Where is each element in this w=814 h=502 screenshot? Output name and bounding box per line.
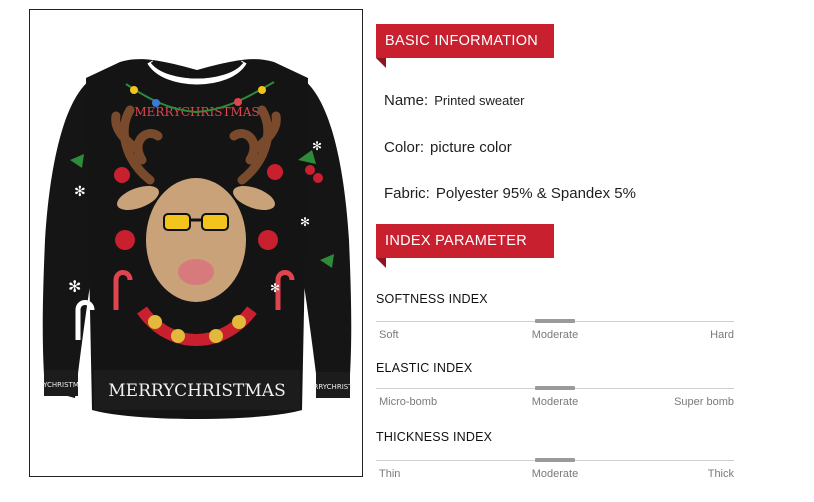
color-row: Color: picture color bbox=[384, 139, 512, 156]
scale-marker bbox=[535, 386, 575, 390]
scale-high-label: Super bomb bbox=[674, 396, 734, 408]
scale-mid-label: Moderate bbox=[531, 329, 579, 341]
svg-text:✻: ✻ bbox=[74, 184, 86, 200]
elastic-index-title: ELASTIC INDEX bbox=[376, 361, 473, 375]
name-value: Printed sweater bbox=[434, 93, 525, 108]
scale-mid-label: Moderate bbox=[531, 396, 579, 408]
softness-index-title: SOFTNESS INDEX bbox=[376, 292, 488, 306]
right-cuff-text: RRYCHRIST bbox=[314, 383, 354, 391]
fabric-row: Fabric: Polyester 95% & Spandex 5% bbox=[384, 185, 636, 202]
scale-low-label: Thin bbox=[379, 468, 401, 480]
name-row: Name: Printed sweater bbox=[384, 92, 525, 109]
fabric-label: Fabric: bbox=[384, 185, 430, 202]
scale-low-label: Soft bbox=[379, 329, 399, 341]
index-parameter-header: INDEX PARAMETER bbox=[376, 224, 554, 268]
scale-low-label: Micro-bomb bbox=[379, 396, 438, 408]
scale-mid-label: Moderate bbox=[531, 468, 579, 480]
product-photo: MERRYCHRISTMAS YCHRISTM RRYCHRIST MERRYC… bbox=[29, 9, 363, 477]
thickness-scale: Thin Moderate Thick bbox=[376, 458, 734, 488]
thickness-index-title: THICKNESS INDEX bbox=[376, 430, 493, 444]
scale-marker bbox=[535, 458, 575, 462]
color-label: Color: bbox=[384, 139, 425, 156]
scale-high-label: Thick bbox=[707, 468, 734, 480]
color-value: picture color bbox=[430, 139, 512, 156]
elastic-scale: Micro-bomb Moderate Super bomb bbox=[376, 386, 734, 416]
basic-information-header: BASIC INFORMATION bbox=[376, 24, 554, 68]
svg-text:✻: ✻ bbox=[312, 139, 322, 153]
softness-scale: Soft Moderate Hard bbox=[376, 319, 734, 349]
svg-text:✻: ✻ bbox=[270, 281, 280, 295]
fabric-value: Polyester 95% & Spandex 5% bbox=[435, 185, 636, 202]
scale-marker bbox=[535, 319, 575, 323]
svg-text:✻: ✻ bbox=[68, 277, 81, 296]
svg-text:✻: ✻ bbox=[300, 215, 310, 229]
left-cuff-text: YCHRISTM bbox=[42, 381, 79, 389]
hem-text: MERRYCHRISTMAS bbox=[108, 381, 285, 401]
name-label: Name: bbox=[384, 92, 429, 109]
scale-high-label: Hard bbox=[710, 329, 734, 341]
sweater-illustration: MERRYCHRISTMAS YCHRISTM RRYCHRIST MERRYC… bbox=[42, 59, 354, 420]
